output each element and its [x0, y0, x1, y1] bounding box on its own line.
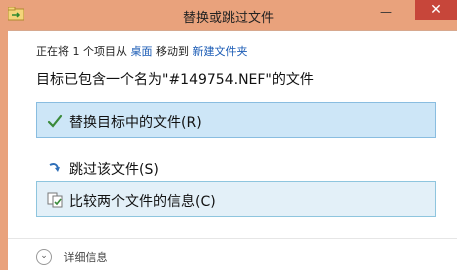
compare-files-icon	[47, 192, 63, 208]
divider	[8, 238, 457, 239]
dialog-body: 正在将 1 个项目从 桌面 移动到 新建文件夹 目标已包含一个名为"#14975…	[8, 30, 457, 270]
more-details-label: 详细信息	[63, 251, 108, 264]
skip-file-option[interactable]: 跳过该文件(S)	[36, 149, 436, 185]
target-folder-link[interactable]: 新建文件夹	[193, 45, 248, 58]
replace-file-option[interactable]: 替换目标中的文件(R)	[36, 102, 436, 138]
chevron-down-icon: ⌄	[36, 249, 52, 265]
operation-info: 正在将 1 个项目从 桌面 移动到 新建文件夹	[36, 43, 248, 59]
compare-files-option[interactable]: 比较两个文件的信息(C)	[36, 181, 436, 217]
info-prefix: 正在将 1 个项目从	[36, 45, 127, 58]
skip-arrow-icon	[49, 163, 60, 172]
close-button[interactable]: ✕	[415, 0, 457, 20]
info-middle: 移动到	[156, 45, 189, 58]
title-bar[interactable]: 替换或跳过文件 — ✕	[0, 0, 457, 30]
replace-file-label: 替换目标中的文件(R)	[69, 115, 202, 131]
minimize-button[interactable]: —	[372, 3, 400, 21]
compare-files-label: 比较两个文件的信息(C)	[69, 194, 216, 210]
conflict-message: 目标已包含一个名为"#149754.NEF"的文件	[36, 72, 314, 88]
source-folder-link[interactable]: 桌面	[131, 45, 153, 58]
replace-or-skip-dialog: 替换或跳过文件 — ✕ 正在将 1 个项目从 桌面 移动到 新建文件夹 目标已包…	[0, 0, 457, 270]
skip-file-label: 跳过该文件(S)	[69, 162, 159, 178]
checkmark-icon	[47, 114, 63, 128]
more-details-toggle[interactable]: ⌄ 详细信息	[36, 249, 108, 265]
